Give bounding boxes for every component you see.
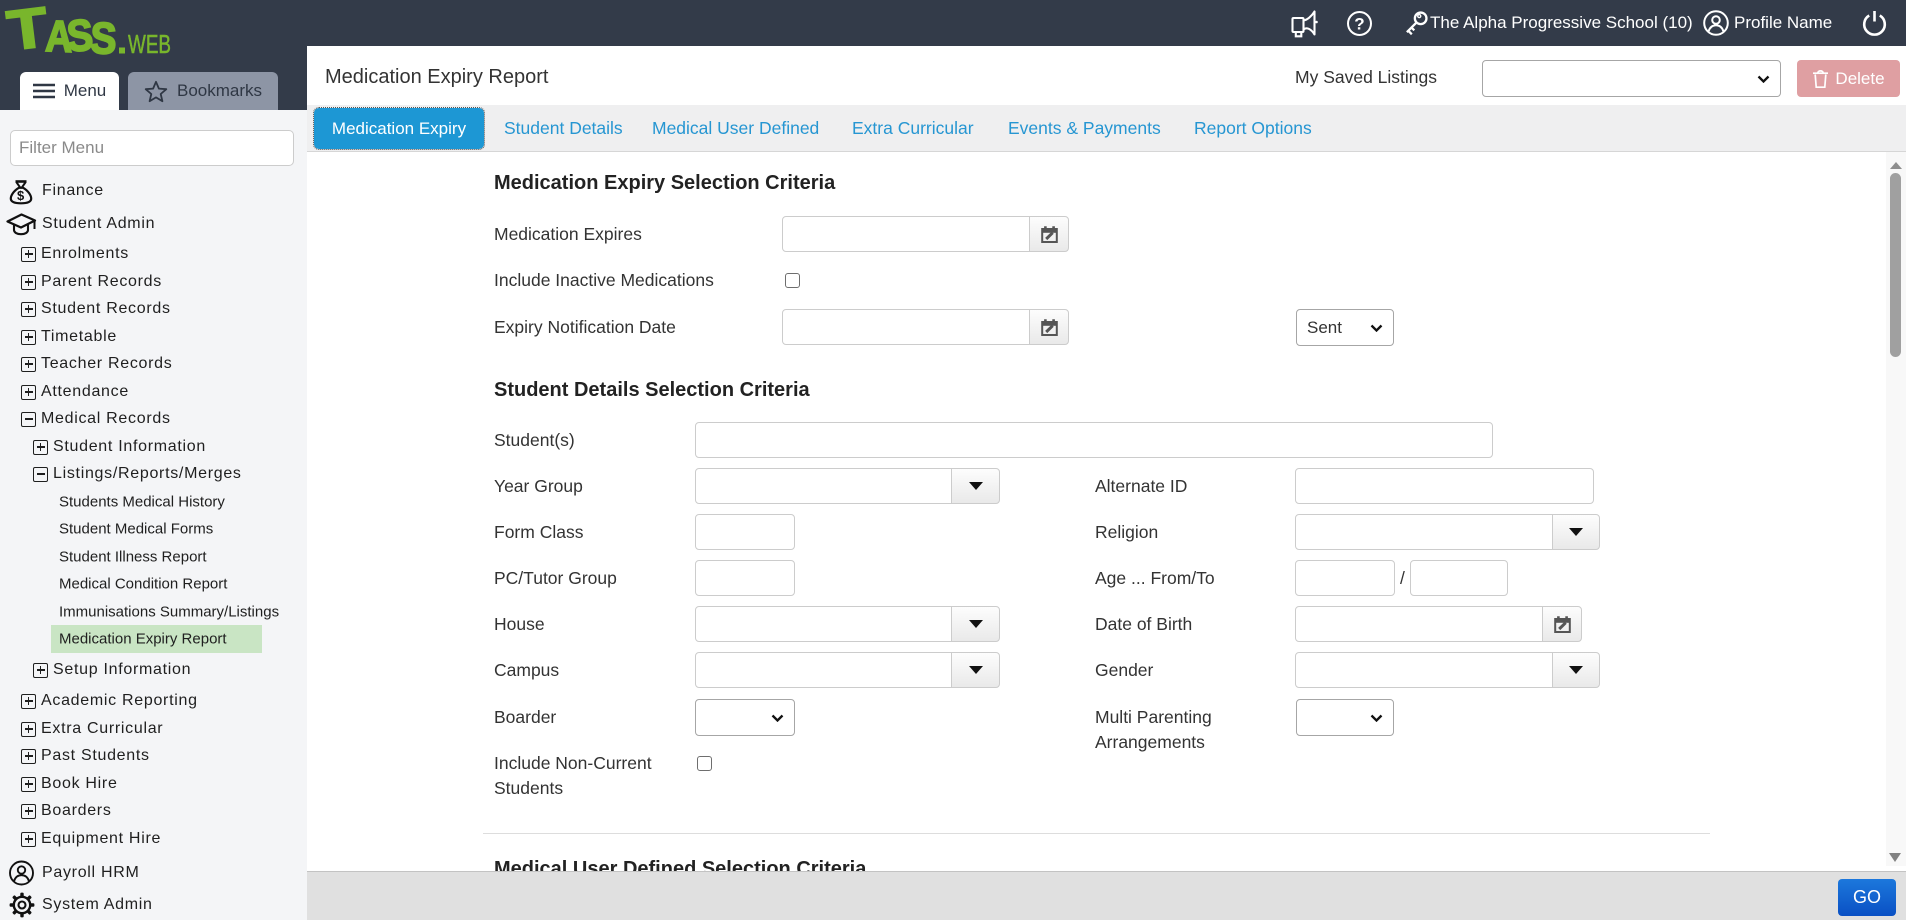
svg-text:$: $ xyxy=(17,188,25,203)
svg-text:?: ? xyxy=(1354,15,1364,34)
svg-text:S: S xyxy=(90,14,118,58)
svg-text:WEB: WEB xyxy=(128,29,171,58)
